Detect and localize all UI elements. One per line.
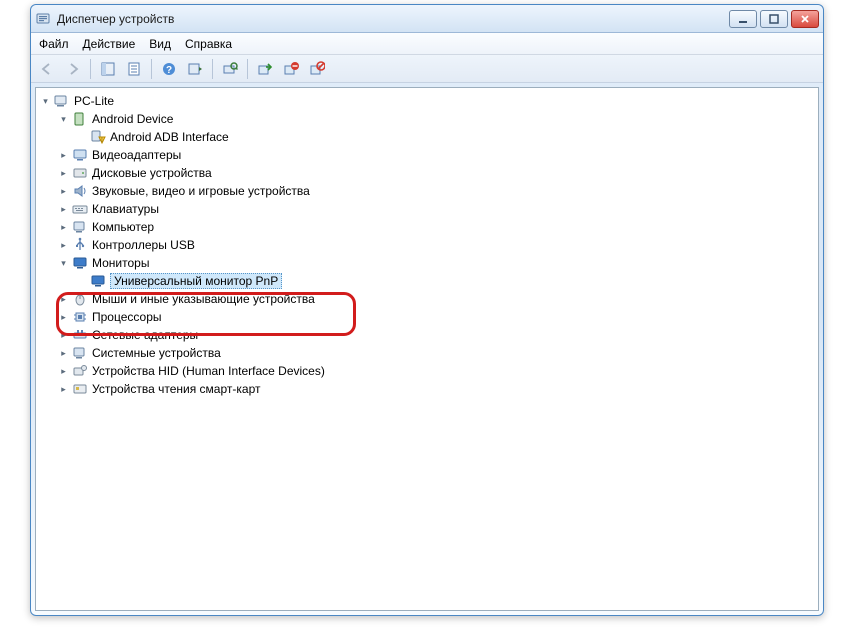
device-manager-window: Диспетчер устройств Файл Действие Вид Сп… [30, 4, 824, 616]
svg-text:?: ? [166, 65, 172, 76]
toolbar-separator [247, 59, 248, 79]
tree-label: Клавиатуры [92, 202, 159, 216]
toolbar-separator [90, 59, 91, 79]
expand-icon[interactable]: ▸ [58, 366, 69, 377]
tree-item-monitors[interactable]: ▾ Мониторы [56, 254, 816, 272]
display-adapter-icon [72, 147, 88, 163]
expand-icon[interactable]: ▸ [58, 330, 69, 341]
collapse-icon[interactable]: ▾ [58, 258, 69, 269]
expand-icon[interactable]: ▸ [58, 204, 69, 215]
toolbar: ? [31, 55, 823, 83]
tree-item-cpu[interactable]: ▸ Процессоры [56, 308, 816, 326]
scan-hardware-button[interactable] [218, 58, 242, 80]
tree-item-keyboard[interactable]: ▸ Клавиатуры [56, 200, 816, 218]
action-button[interactable] [183, 58, 207, 80]
tree-item-hid[interactable]: ▸ Устройства HID (Human Interface Devices… [56, 362, 816, 380]
collapse-icon[interactable]: ▾ [40, 96, 51, 107]
tree-label: Дисковые устройства [92, 166, 212, 180]
monitor-icon [90, 273, 106, 289]
tree-item-audio[interactable]: ▸ Звуковые, видео и игровые устройства [56, 182, 816, 200]
tree-item-video[interactable]: ▸ Видеоадаптеры [56, 146, 816, 164]
maximize-button[interactable] [760, 10, 788, 28]
menu-view[interactable]: Вид [149, 37, 171, 51]
expand-icon[interactable]: ▸ [58, 150, 69, 161]
tree-label: Устройства HID (Human Interface Devices) [92, 364, 325, 378]
properties-button[interactable] [122, 58, 146, 80]
tree-item-pnp-monitor[interactable]: Универсальный монитор PnP [74, 272, 816, 290]
tree-label: Звуковые, видео и игровые устройства [92, 184, 310, 198]
tree-label: Видеоадаптеры [92, 148, 181, 162]
disable-button[interactable] [305, 58, 329, 80]
usb-icon [72, 237, 88, 253]
tree-item-system[interactable]: ▸ Системные устройства [56, 344, 816, 362]
update-driver-button[interactable] [253, 58, 277, 80]
uninstall-button[interactable] [279, 58, 303, 80]
system-icon [72, 345, 88, 361]
help-button[interactable]: ? [157, 58, 181, 80]
tree-label: Мониторы [92, 256, 149, 270]
title-bar[interactable]: Диспетчер устройств [31, 5, 823, 33]
tree-label: PC-Lite [74, 94, 114, 108]
cpu-icon [72, 309, 88, 325]
tree-item-smartcard[interactable]: ▸ Устройства чтения смарт-карт [56, 380, 816, 398]
tree-label: Контроллеры USB [92, 238, 195, 252]
tree-item-mice[interactable]: ▸ Мыши и иные указывающие устройства [56, 290, 816, 308]
expand-icon[interactable]: ▸ [58, 240, 69, 251]
tree-item-adb[interactable]: ! Android ADB Interface [74, 128, 816, 146]
tree-label: Процессоры [92, 310, 162, 324]
tree-item-network[interactable]: ▸ Сетевые адаптеры [56, 326, 816, 344]
toolbar-separator [212, 59, 213, 79]
computer-icon [54, 93, 70, 109]
minimize-button[interactable] [729, 10, 757, 28]
menu-bar: Файл Действие Вид Справка [31, 33, 823, 55]
device-warning-icon: ! [90, 129, 106, 145]
menu-file[interactable]: Файл [39, 37, 69, 51]
computer-icon [72, 219, 88, 235]
expand-icon[interactable]: ▸ [58, 186, 69, 197]
tree-root[interactable]: ▾ PC-Lite [38, 92, 816, 110]
tree-label: Мыши и иные указывающие устройства [92, 292, 315, 306]
hid-icon [72, 363, 88, 379]
app-icon [35, 11, 51, 27]
tree-label: Сетевые адаптеры [92, 328, 198, 342]
expand-icon[interactable]: ▸ [58, 168, 69, 179]
tree-label: Системные устройства [92, 346, 221, 360]
network-icon [72, 327, 88, 343]
tree-item-android[interactable]: ▾ Android Device [56, 110, 816, 128]
show-hide-tree-button[interactable] [96, 58, 120, 80]
speaker-icon [72, 183, 88, 199]
collapse-icon[interactable]: ▾ [58, 114, 69, 125]
expand-icon[interactable]: ▸ [58, 222, 69, 233]
expand-icon[interactable]: ▸ [58, 294, 69, 305]
tree-label: Компьютер [92, 220, 154, 234]
tree-label: Android Device [92, 112, 173, 126]
tree-label: Устройства чтения смарт-карт [92, 382, 260, 396]
device-icon [72, 111, 88, 127]
monitor-icon [72, 255, 88, 271]
tree-item-computer[interactable]: ▸ Компьютер [56, 218, 816, 236]
menu-help[interactable]: Справка [185, 37, 232, 51]
tree-label-selected: Универсальный монитор PnP [110, 273, 282, 289]
close-button[interactable] [791, 10, 819, 28]
tree-panel[interactable]: ▾ PC-Lite ▾ Android Device [35, 87, 819, 611]
expand-icon[interactable]: ▸ [58, 312, 69, 323]
tree-label: Android ADB Interface [110, 130, 229, 144]
expand-icon[interactable]: ▸ [58, 384, 69, 395]
tree-item-usb[interactable]: ▸ Контроллеры USB [56, 236, 816, 254]
tree-item-disk[interactable]: ▸ Дисковые устройства [56, 164, 816, 182]
disk-icon [72, 165, 88, 181]
smartcard-icon [72, 381, 88, 397]
forward-button[interactable] [61, 58, 85, 80]
keyboard-icon [72, 201, 88, 217]
toolbar-separator [151, 59, 152, 79]
menu-action[interactable]: Действие [83, 37, 136, 51]
expand-icon[interactable]: ▸ [58, 348, 69, 359]
back-button[interactable] [35, 58, 59, 80]
window-title: Диспетчер устройств [57, 12, 729, 26]
mouse-icon [72, 291, 88, 307]
